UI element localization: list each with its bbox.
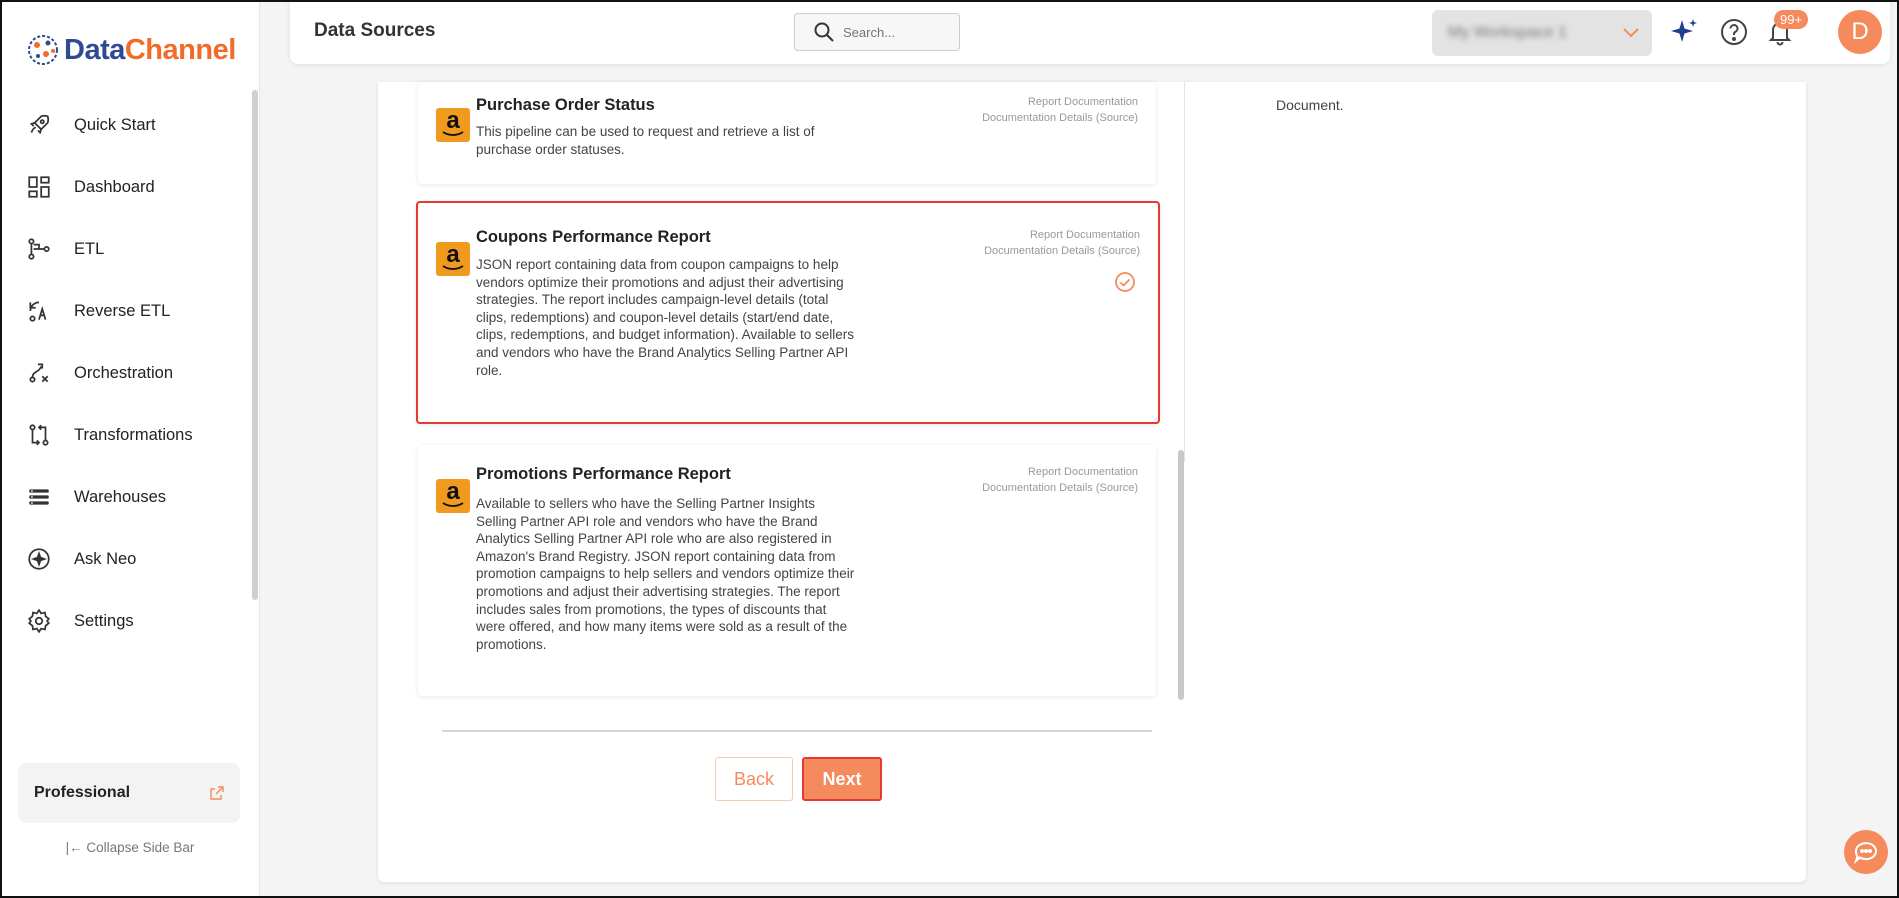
back-button[interactable]: Back: [715, 757, 793, 801]
brand-name: DataChannel: [64, 34, 236, 67]
sidebar-item-dashboard[interactable]: Dashboard: [0, 156, 250, 218]
sidebar-item-label: Transformations: [74, 425, 193, 444]
datachannel-logo-icon: [28, 35, 58, 65]
etl-icon: [28, 238, 50, 260]
external-link-icon[interactable]: [210, 786, 224, 800]
sidebar-item-orchestration[interactable]: Orchestration: [0, 342, 250, 404]
sidebar-item-label: ETL: [74, 239, 105, 258]
collapse-left-icon: |←: [65, 840, 83, 855]
documentation-details-link[interactable]: Documentation Details (Source): [982, 480, 1138, 496]
reverse-etl-icon: [29, 301, 47, 322]
chevron-down-icon: [1623, 28, 1639, 38]
chat-support-button[interactable]: [1844, 830, 1888, 874]
rocket-icon: [29, 114, 50, 135]
search-icon: [814, 22, 834, 42]
report-card-purchase-order-status[interactable]: a Purchase Order Status This pipeline ca…: [418, 82, 1156, 184]
sidebar-nav: Quick Start Dashboard ETL Reverse ETL Or…: [0, 94, 250, 652]
report-documentation-link[interactable]: Report Documentation: [984, 227, 1140, 243]
ask-neo-icon: [28, 548, 50, 570]
plan-badge[interactable]: Professional: [18, 763, 240, 823]
report-list-scrollbar[interactable]: [1178, 450, 1184, 700]
documentation-details-link[interactable]: Documentation Details (Source): [982, 110, 1138, 126]
documentation-details-link[interactable]: Documentation Details (Source): [984, 243, 1140, 259]
sidebar-item-etl[interactable]: ETL: [0, 218, 250, 280]
dashboard-icon: [28, 176, 50, 198]
sidebar: DataChannel Quick Start Dashboard ETL Re…: [0, 0, 260, 898]
sidebar-item-ask-neo[interactable]: Ask Neo: [0, 528, 250, 590]
notification-badge: 99+: [1774, 10, 1809, 29]
warehouses-icon: [29, 489, 49, 505]
sidebar-item-label: Warehouses: [74, 487, 167, 506]
sparkle-ai-icon[interactable]: [1668, 16, 1700, 48]
panel-divider: [1184, 82, 1185, 462]
search-input[interactable]: [843, 24, 943, 40]
report-card-description: Available to sellers who have the Sellin…: [476, 496, 855, 652]
actions-divider: [442, 730, 1152, 732]
sidebar-item-label: Reverse ETL: [74, 301, 171, 320]
next-button[interactable]: Next: [802, 757, 882, 801]
report-documentation-link[interactable]: Report Documentation: [982, 94, 1138, 110]
amazon-logo-icon: a: [436, 242, 470, 276]
report-card-title: Purchase Order Status: [476, 96, 655, 114]
sidebar-item-settings[interactable]: Settings: [0, 590, 250, 652]
sidebar-item-label: Orchestration: [74, 363, 174, 382]
report-card-title: Coupons Performance Report: [476, 228, 711, 246]
top-header: Data Sources My Workspace 1 99+ D: [290, 0, 1890, 64]
workspace-name: My Workspace 1: [1448, 24, 1567, 41]
amazon-logo-icon: a: [436, 479, 470, 513]
sidebar-item-warehouses[interactable]: Warehouses: [0, 466, 250, 528]
sidebar-item-transformations[interactable]: Transformations: [0, 404, 250, 466]
orchestration-icon: [29, 363, 49, 383]
brand-logo[interactable]: DataChannel: [26, 30, 236, 70]
transformations-icon: [29, 424, 49, 446]
amazon-logo-icon: a: [436, 108, 470, 142]
collapse-sidebar-label: Collapse Side Bar: [86, 840, 195, 855]
help-icon[interactable]: [1718, 16, 1750, 48]
sidebar-scrollbar[interactable]: [252, 90, 258, 600]
sidebar-item-label: Settings: [74, 611, 134, 630]
check-circle-icon: [1115, 272, 1135, 292]
page-title: Data Sources: [314, 20, 436, 41]
plan-label: Professional: [34, 784, 131, 801]
sidebar-item-label: Ask Neo: [74, 549, 137, 568]
sidebar-item-quick-start[interactable]: Quick Start: [0, 94, 250, 156]
report-documentation-link[interactable]: Report Documentation: [982, 464, 1138, 480]
report-card-description: This pipeline can be used to request and…: [476, 124, 815, 157]
gear-icon: [28, 608, 50, 634]
brand-name-part2: Channel: [124, 33, 236, 66]
brand-name-part1: Data: [64, 33, 125, 66]
detail-panel-text: Document.: [1276, 97, 1344, 113]
report-card-title: Promotions Performance Report: [476, 465, 731, 483]
report-card-coupons-performance-report[interactable]: a Coupons Performance Report JSON report…: [416, 201, 1160, 424]
user-avatar[interactable]: D: [1838, 10, 1882, 54]
report-card-promotions-performance-report[interactable]: a Promotions Performance Report Availabl…: [418, 445, 1156, 696]
search-box[interactable]: [794, 13, 960, 51]
sidebar-item-reverse-etl[interactable]: Reverse ETL: [0, 280, 250, 342]
sidebar-item-label: Quick Start: [74, 115, 156, 134]
report-card-description: JSON report containing data from coupon …: [476, 257, 854, 378]
workspace-selector[interactable]: My Workspace 1: [1432, 10, 1652, 56]
collapse-sidebar-button[interactable]: |← Collapse Side Bar: [0, 840, 260, 855]
chat-bubble-icon: [1853, 842, 1877, 864]
sidebar-item-label: Dashboard: [74, 177, 155, 196]
